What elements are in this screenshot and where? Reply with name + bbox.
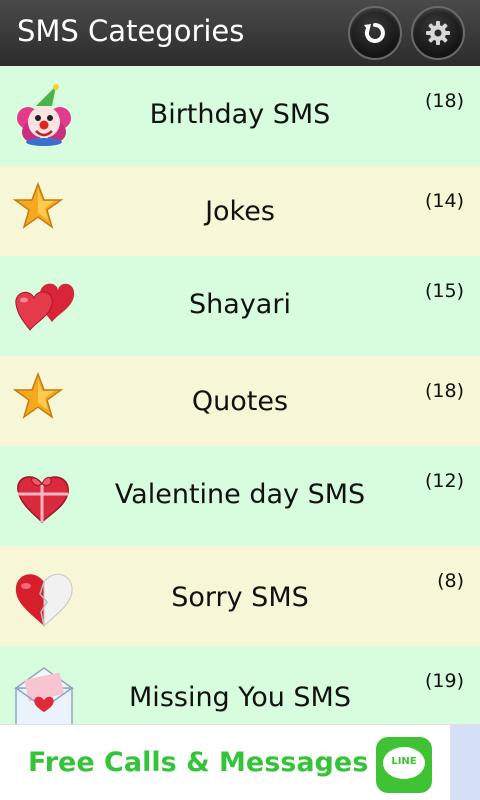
category-label: Valentine day SMS — [114, 479, 366, 510]
ad-side-strip — [450, 725, 480, 800]
gear-icon — [426, 21, 450, 45]
refresh-icon — [364, 23, 385, 43]
line-logo-icon: LINE — [376, 737, 432, 793]
category-count: (19) — [424, 670, 464, 692]
category-count: (12) — [424, 470, 464, 492]
list-item[interactable]: Shayari (15) — [0, 256, 480, 356]
category-list: Birthday SMS (18) Jokes (14) Shayari (15… — [0, 66, 480, 724]
page-title: SMS Categories — [17, 14, 245, 48]
category-count: (14) — [424, 190, 464, 212]
list-item[interactable]: Missing You SMS (19) — [0, 646, 480, 724]
line-logo-text: LINE — [391, 756, 417, 767]
list-item[interactable]: Birthday SMS (18) — [0, 66, 480, 166]
category-label: Sorry SMS — [171, 582, 309, 613]
settings-button[interactable] — [411, 6, 465, 60]
category-label: Shayari — [189, 289, 291, 320]
category-count: (18) — [424, 380, 464, 402]
category-label: Jokes — [205, 196, 275, 227]
list-item[interactable]: Quotes (18) — [0, 356, 480, 446]
app-header: SMS Categories — [0, 0, 480, 66]
category-label: Missing You SMS — [129, 682, 351, 713]
list-item[interactable]: Sorry SMS (8) — [0, 546, 480, 646]
list-item[interactable]: Valentine day SMS (12) — [0, 446, 480, 546]
category-count: (15) — [424, 280, 464, 302]
category-count: (8) — [437, 570, 464, 592]
list-item[interactable]: Jokes (14) — [0, 166, 480, 256]
category-count: (18) — [424, 90, 464, 112]
ad-banner[interactable]: Free Calls & Messages LINE — [0, 724, 480, 800]
category-label: Quotes — [191, 386, 289, 417]
category-label: Birthday SMS — [149, 99, 331, 130]
ad-text: Free Calls & Messages — [28, 747, 369, 778]
refresh-button[interactable] — [348, 6, 402, 60]
